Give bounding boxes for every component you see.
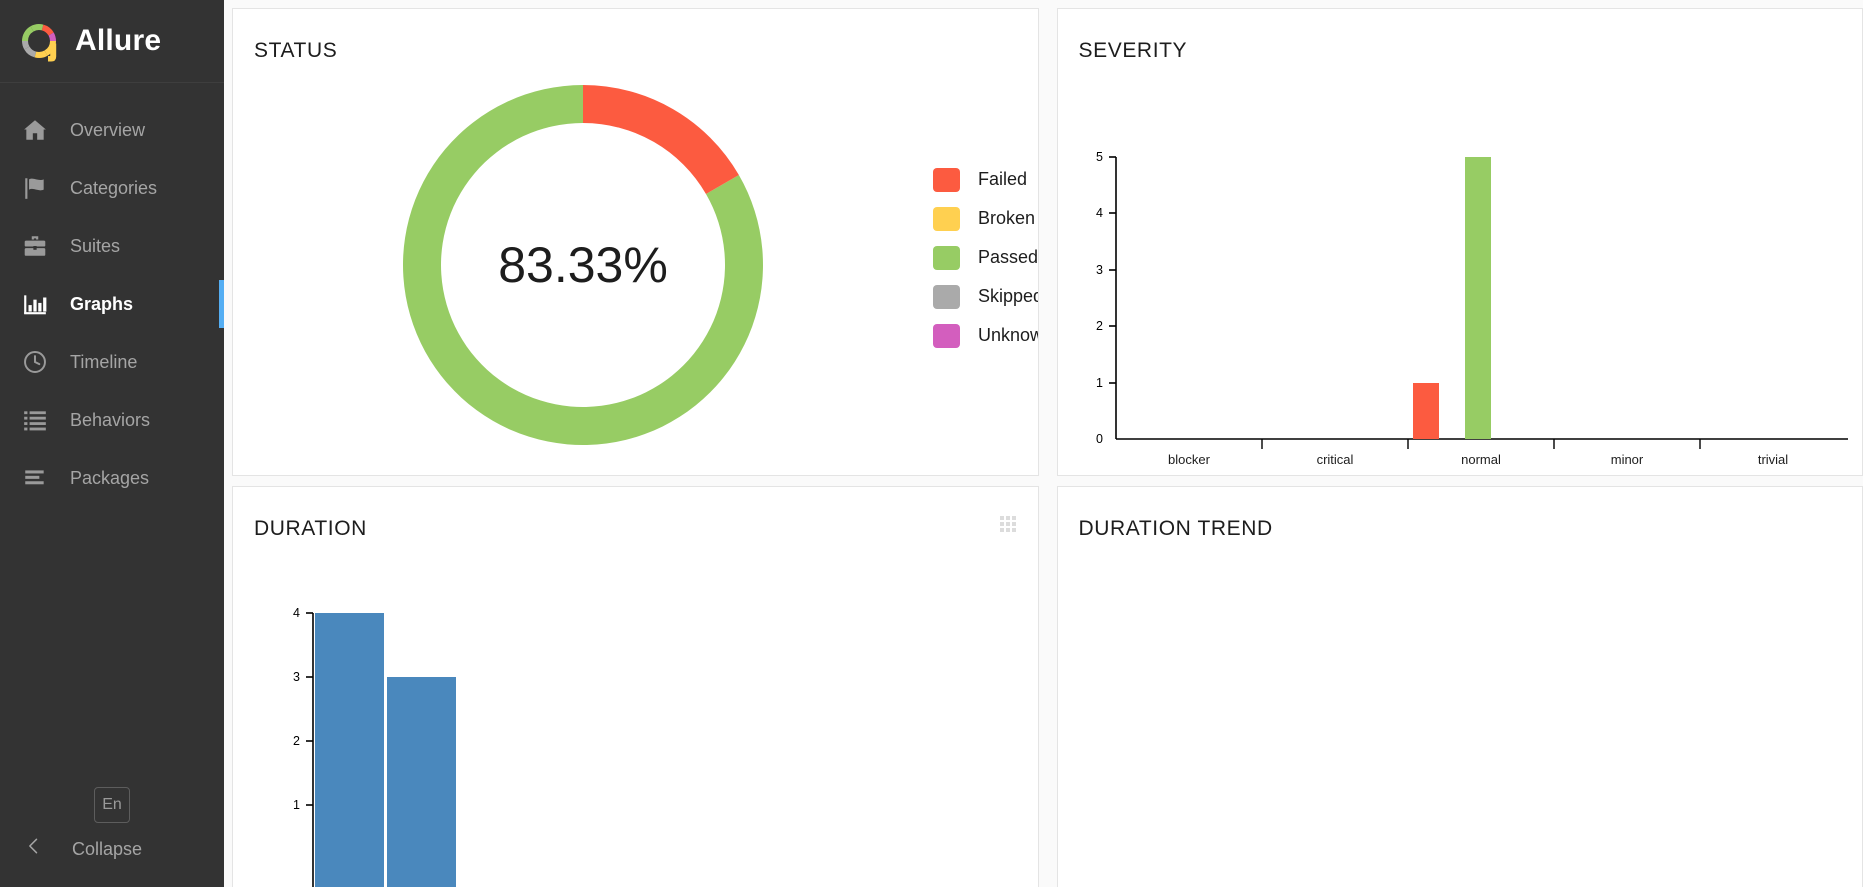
sidebar: Allure Overview Categories Suites Graphs… [0, 0, 224, 887]
y-tick-label: 3 [293, 670, 300, 684]
y-tick-label: 2 [293, 734, 300, 748]
status-legend: Failed Broken Passed Skipped Unkno [933, 63, 1039, 463]
y-tick-label: 3 [1096, 263, 1103, 277]
legend-item-passed[interactable]: Passed [933, 238, 1039, 277]
sidebar-nav: Overview Categories Suites Graphs Timeli… [0, 83, 224, 507]
status-donut-chart[interactable]: 83.33% [233, 63, 933, 463]
duration-chart[interactable]: 4 3 2 1 [233, 567, 1038, 887]
y-tick-label: 1 [293, 798, 300, 812]
duration-bar-2 [387, 677, 456, 887]
x-category-label: normal [1461, 452, 1501, 467]
panel-title: SEVERITY [1078, 39, 1188, 62]
status-panel: STATUS 83.33% Failed Broken Passed Skipp… [232, 8, 1039, 476]
list-icon [20, 405, 50, 435]
collapse-label: Collapse [72, 838, 143, 859]
legend-item-failed[interactable]: Failed [933, 160, 1038, 199]
sidebar-item-label: Overview [70, 119, 146, 140]
sidebar-item-label: Categories [70, 177, 158, 198]
severity-chart[interactable]: 5 4 3 2 1 0 blocker critical normal mino… [1058, 89, 1863, 475]
panel-title: DURATION [254, 517, 367, 540]
brand-title: Allure [75, 24, 162, 57]
chevron-left-icon [24, 835, 46, 863]
home-icon [20, 115, 50, 145]
sidebar-item-label: Suites [70, 235, 121, 256]
sidebar-item-overview[interactable]: Overview [0, 101, 224, 159]
legend-swatch-passed [933, 245, 960, 270]
briefcase-icon [20, 231, 50, 261]
sidebar-item-timeline[interactable]: Timeline [0, 333, 224, 391]
severity-panel: SEVERITY 5 4 3 2 1 0 blocker critical no… [1056, 8, 1863, 476]
severity-bar-passed-normal [1464, 157, 1491, 439]
x-category-label: minor [1610, 452, 1643, 467]
x-category-label: blocker [1168, 452, 1211, 467]
drag-grip-icon[interactable] [999, 516, 1016, 532]
legend-label: Failed [978, 169, 1028, 189]
severity-category-labels: blocker critical normal minor trivial [1168, 452, 1788, 467]
flag-icon [20, 173, 50, 203]
language-label: En [102, 796, 122, 813]
panel-title: DURATION TREND [1078, 517, 1273, 540]
legend-label: Unknown [978, 325, 1038, 345]
y-tick-label: 1 [1096, 376, 1103, 390]
donut-center-percentage: 83.33% [498, 237, 668, 293]
clock-icon [20, 347, 50, 377]
donut-graphic: 83.33% [399, 81, 767, 449]
duration-y-axis: 4 3 2 1 [293, 606, 313, 812]
collapse-sidebar-button[interactable]: Collapse [0, 835, 224, 863]
sidebar-item-behaviors[interactable]: Behaviors [0, 391, 224, 449]
language-selector[interactable]: En [94, 787, 130, 823]
duration-trend-panel: DURATION TREND [1056, 486, 1863, 887]
x-category-label: trivial [1757, 452, 1787, 467]
graphs-dashboard: STATUS 83.33% Failed Broken Passed Skipp… [224, 0, 1863, 887]
duration-bar-1 [315, 613, 384, 887]
severity-y-axis: 5 4 3 2 1 0 [1096, 150, 1116, 446]
legend-swatch-failed [933, 167, 960, 192]
sidebar-item-suites[interactable]: Suites [0, 217, 224, 275]
sidebar-item-label: Behaviors [70, 409, 151, 430]
panel-title: STATUS [254, 39, 338, 62]
package-list-icon [20, 463, 50, 493]
severity-x-axis-ticks [1260, 439, 1701, 449]
sidebar-item-packages[interactable]: Packages [0, 449, 224, 507]
y-tick-label: 0 [1096, 432, 1103, 446]
y-tick-label: 2 [1096, 319, 1103, 333]
sidebar-item-label: Timeline [70, 351, 138, 372]
brand-header[interactable]: Allure [0, 0, 224, 83]
legend-label: Passed [978, 247, 1039, 267]
sidebar-item-label: Graphs [70, 293, 134, 314]
y-tick-label: 5 [1096, 150, 1103, 164]
legend-item-skipped[interactable]: Skipped [933, 277, 1039, 316]
sidebar-item-categories[interactable]: Categories [0, 159, 224, 217]
y-tick-label: 4 [293, 606, 300, 620]
legend-label: Broken [978, 208, 1036, 228]
x-category-label: critical [1316, 452, 1353, 467]
allure-donut-logo-icon [16, 18, 62, 64]
sidebar-footer: En Collapse [0, 787, 224, 887]
bar-chart-icon [20, 289, 50, 319]
legend-swatch-unknown [933, 323, 960, 348]
severity-bar-failed-normal [1412, 383, 1439, 439]
status-chart-body: 83.33% Failed Broken Passed Skipped Unkn… [233, 63, 1038, 463]
allure-report-app: Allure Overview Categories Suites Graphs… [0, 0, 1863, 887]
sidebar-item-label: Packages [70, 467, 150, 488]
y-tick-label: 4 [1096, 206, 1103, 220]
duration-panel: DURATION 4 3 2 1 [232, 486, 1039, 887]
sidebar-item-graphs[interactable]: Graphs [0, 275, 224, 333]
legend-item-broken[interactable]: Broken [933, 199, 1038, 238]
legend-swatch-broken [933, 206, 960, 231]
legend-label: Skipped [978, 286, 1039, 306]
legend-item-unknown[interactable]: Unknown [933, 316, 1038, 355]
legend-swatch-skipped [933, 284, 960, 309]
